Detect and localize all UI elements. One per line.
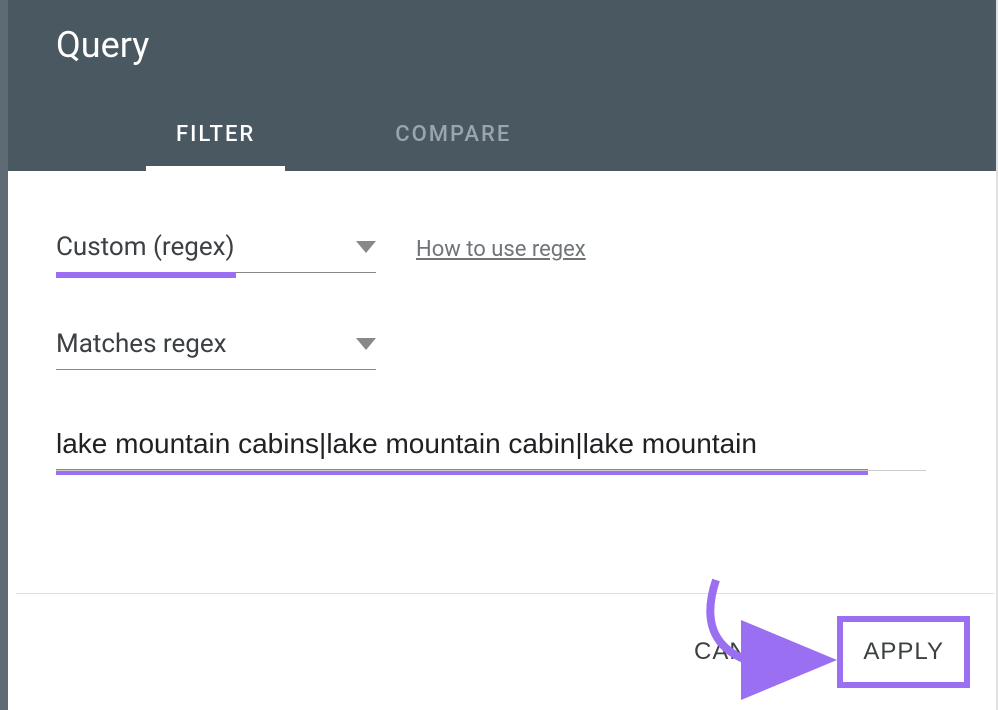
panel-header: Query FILTER COMPARE — [8, 0, 996, 171]
tabs: FILTER COMPARE — [56, 102, 948, 171]
how-to-use-regex-link[interactable]: How to use regex — [416, 237, 586, 262]
match-type-row: Matches regex — [56, 323, 948, 370]
tab-compare[interactable]: COMPARE — [365, 102, 541, 171]
regex-input-row — [56, 420, 948, 475]
tab-filter[interactable]: FILTER — [146, 102, 285, 171]
panel-footer: CANCEL APPLY — [16, 593, 994, 710]
apply-highlight-box: APPLY — [837, 616, 970, 688]
panel-body: Custom (regex) How to use regex Matches … — [8, 171, 996, 525]
caret-down-icon — [356, 338, 376, 350]
match-type-select[interactable]: Matches regex — [56, 323, 376, 370]
cancel-button[interactable]: CANCEL — [670, 624, 821, 680]
filter-type-row: Custom (regex) How to use regex — [56, 226, 948, 273]
regex-input[interactable] — [56, 420, 926, 471]
match-type-value: Matches regex — [56, 329, 227, 359]
caret-down-icon — [356, 241, 376, 253]
filter-type-value: Custom (regex) — [56, 232, 235, 262]
query-panel: Query FILTER COMPARE Custom (regex) How … — [0, 0, 998, 710]
apply-button[interactable]: APPLY — [849, 628, 958, 676]
accent-underline — [56, 272, 236, 278]
filter-type-select[interactable]: Custom (regex) — [56, 226, 376, 273]
page-title: Query — [56, 24, 948, 102]
